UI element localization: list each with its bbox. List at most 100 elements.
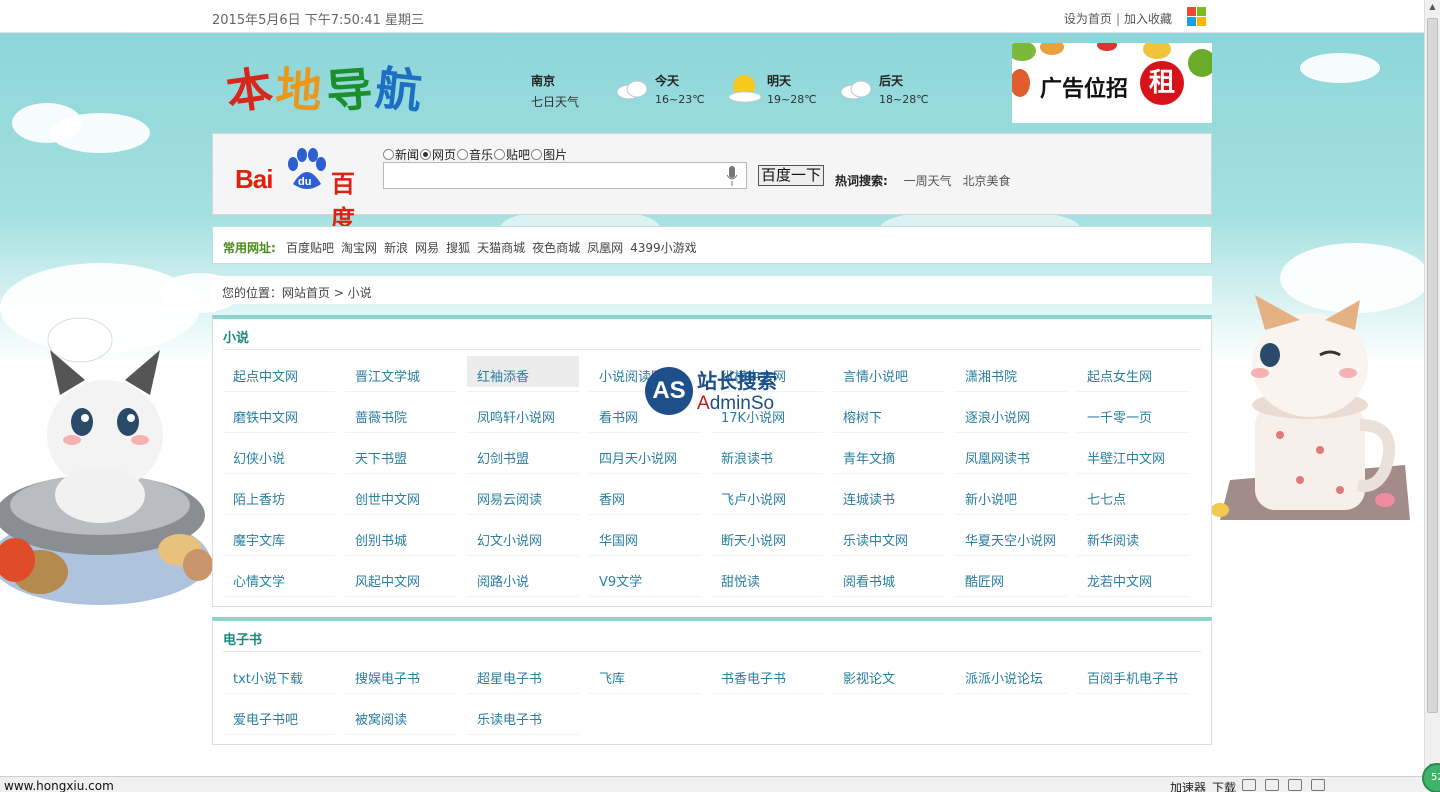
site-link[interactable]: 书香电子书 xyxy=(721,668,786,687)
vertical-scrollbar[interactable]: ▲ ▼ xyxy=(1424,0,1440,776)
site-link[interactable]: 陌上香坊 xyxy=(233,489,285,508)
site-link[interactable]: 新小说吧 xyxy=(965,489,1017,508)
tray-icon[interactable] xyxy=(1242,779,1257,791)
site-link[interactable]: 新华阅读 xyxy=(1087,530,1139,549)
site-link[interactable]: 华夏天空小说网 xyxy=(965,530,1056,549)
site-link[interactable]: 榕树下 xyxy=(843,407,882,426)
site-logo[interactable]: 本地导航 xyxy=(223,54,436,120)
site-link[interactable]: 凤凰网读书 xyxy=(965,448,1030,467)
site-link[interactable]: 心情文学 xyxy=(233,571,285,590)
baidu-logo[interactable]: Bai du 百度 xyxy=(235,148,375,233)
site-link[interactable]: 言情小说吧 xyxy=(843,366,908,385)
site-link[interactable]: 华国网 xyxy=(599,530,638,549)
baidu-search-button[interactable]: 百度一下 xyxy=(758,165,824,186)
site-link[interactable]: 创别书城 xyxy=(355,530,407,549)
site-link[interactable]: 酷匠网 xyxy=(965,571,1004,590)
windows-logo-icon[interactable] xyxy=(1187,7,1206,26)
common-site-link[interactable]: 凤凰网 xyxy=(587,239,623,256)
radio-music[interactable]: 音乐 xyxy=(457,146,493,163)
site-link[interactable]: 四月天小说网 xyxy=(599,448,677,467)
radio-tieba[interactable]: 贴吧 xyxy=(494,146,530,163)
radio-images[interactable]: 图片 xyxy=(531,146,567,163)
site-link[interactable]: 飞卢小说网 xyxy=(721,489,786,508)
site-link[interactable]: 阅路小说 xyxy=(477,571,529,590)
site-link[interactable]: 新浪读书 xyxy=(721,448,773,467)
site-link[interactable]: 天下书盟 xyxy=(355,448,407,467)
site-link[interactable]: 搜娱电子书 xyxy=(355,668,420,687)
common-site-link[interactable]: 4399小游戏 xyxy=(630,239,697,256)
download-button[interactable]: 下载 xyxy=(1212,779,1236,792)
radio-news[interactable]: 新闻 xyxy=(383,146,419,163)
site-link[interactable]: 磨铁中文网 xyxy=(233,407,298,426)
site-link[interactable]: 飞库 xyxy=(599,668,625,687)
add-favorite-link[interactable]: 加入收藏 xyxy=(1124,12,1172,26)
site-link[interactable]: 起点中文网 xyxy=(233,366,298,385)
site-link[interactable]: 七七点 xyxy=(1087,489,1126,508)
site-link[interactable]: 创世中文网 xyxy=(355,489,420,508)
site-link[interactable]: txt小说下载 xyxy=(233,668,303,687)
site-link[interactable]: 魔宇文库 xyxy=(233,530,285,549)
accelerator-button[interactable]: 加速器 xyxy=(1170,779,1206,792)
site-link[interactable]: 半壁江中文网 xyxy=(1087,448,1165,467)
common-site-link[interactable]: 百度贴吧 xyxy=(286,239,334,256)
site-link[interactable]: 影视论文 xyxy=(843,668,895,687)
radio-circle[interactable] xyxy=(531,149,543,160)
site-link[interactable]: 晋江文学城 xyxy=(355,366,420,385)
hot-search-link[interactable]: 北京美食 xyxy=(962,174,1010,188)
hot-search-link[interactable]: 一周天气 xyxy=(904,174,952,188)
site-link[interactable]: 连城读书 xyxy=(843,489,895,508)
site-link[interactable]: 被窝阅读 xyxy=(355,709,407,728)
site-link[interactable]: 凤鸣轩小说网 xyxy=(477,407,555,426)
radio-circle[interactable] xyxy=(420,149,432,160)
site-link[interactable]: 爱电子书吧 xyxy=(233,709,298,728)
site-link[interactable]: 乐读中文网 xyxy=(843,530,908,549)
seven-day-forecast-link[interactable]: 七日天气 xyxy=(531,93,611,110)
radio-circle[interactable] xyxy=(494,149,506,160)
common-site-link[interactable]: 新浪 xyxy=(384,239,408,256)
speed-badge[interactable]: 52 xyxy=(1422,763,1440,792)
common-site-link[interactable]: 淘宝网 xyxy=(341,239,377,256)
site-link[interactable]: 百阅手机电子书 xyxy=(1087,668,1178,687)
common-site-link[interactable]: 天猫商城 xyxy=(477,239,525,256)
section-divider xyxy=(223,651,1201,652)
site-link[interactable]: 网易云阅读 xyxy=(477,489,542,508)
microphone-icon[interactable] xyxy=(726,166,738,186)
scrollbar-thumb[interactable] xyxy=(1427,18,1438,713)
volume-icon[interactable] xyxy=(1288,779,1303,791)
common-site-link[interactable]: 网易 xyxy=(415,239,439,256)
site-link[interactable]: 看书网 xyxy=(599,407,638,426)
radio-web[interactable]: 网页 xyxy=(420,146,456,163)
ad-banner[interactable]: 广告位招 租 xyxy=(1012,43,1212,123)
site-link[interactable]: 起点女生网 xyxy=(1087,366,1152,385)
breadcrumb-text[interactable]: 您的位置：网站首页 > 小说 xyxy=(222,284,372,301)
link-cell: 创世中文网 xyxy=(345,478,467,519)
radio-circle[interactable] xyxy=(383,149,394,160)
site-link[interactable]: 断天小说网 xyxy=(721,530,786,549)
site-link[interactable]: 潇湘书院 xyxy=(965,366,1017,385)
site-link[interactable]: 风起中文网 xyxy=(355,571,420,590)
site-link[interactable]: 幻侠小说 xyxy=(233,448,285,467)
site-link[interactable]: 阅看书城 xyxy=(843,571,895,590)
site-link[interactable]: 幻文小说网 xyxy=(477,530,542,549)
window-icon[interactable] xyxy=(1311,779,1326,791)
common-site-link[interactable]: 搜狐 xyxy=(446,239,470,256)
search-input[interactable] xyxy=(383,162,747,189)
common-site-link[interactable]: 夜色商城 xyxy=(532,239,580,256)
site-link[interactable]: 香网 xyxy=(599,489,625,508)
site-link[interactable]: 青年文摘 xyxy=(843,448,895,467)
site-link[interactable]: 乐读电子书 xyxy=(477,709,542,728)
site-link[interactable]: 逐浪小说网 xyxy=(965,407,1030,426)
site-link[interactable]: V9文学 xyxy=(599,571,642,590)
site-link[interactable]: 甜悦读 xyxy=(721,571,760,590)
site-link[interactable]: 超星电子书 xyxy=(477,668,542,687)
site-link[interactable]: 派派小说论坛 xyxy=(965,668,1043,687)
site-link[interactable]: 龙若中文网 xyxy=(1087,571,1152,590)
site-link[interactable]: 一千零一页 xyxy=(1087,407,1152,426)
trash-icon[interactable] xyxy=(1265,779,1280,791)
site-link[interactable]: 幻剑书盟 xyxy=(477,448,529,467)
radio-circle[interactable] xyxy=(457,149,469,160)
scroll-up-arrow-icon[interactable]: ▲ xyxy=(1427,2,1438,14)
set-home-link[interactable]: 设为首页 xyxy=(1064,12,1112,26)
site-link[interactable]: 红袖添香 xyxy=(477,366,529,385)
site-link[interactable]: 蔷薇书院 xyxy=(355,407,407,426)
